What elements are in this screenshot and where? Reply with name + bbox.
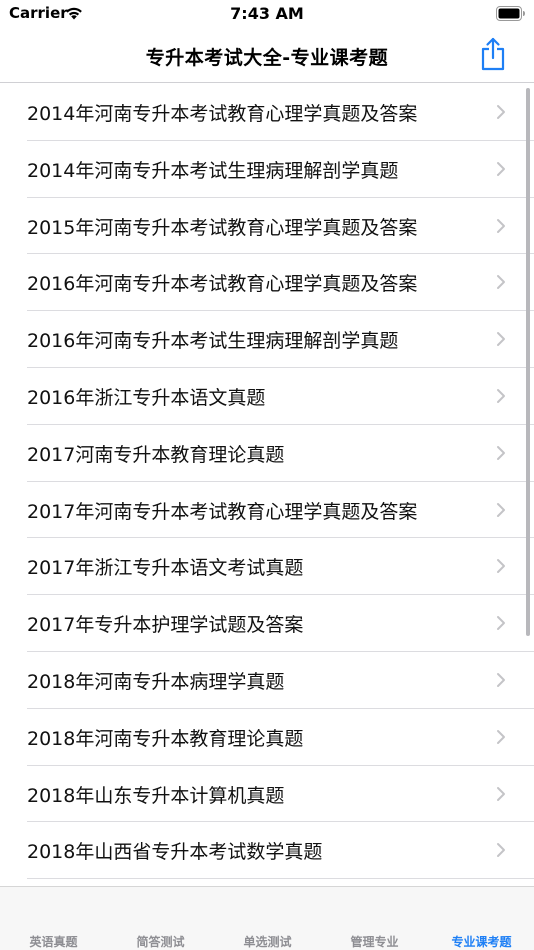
chevron-right-icon xyxy=(497,161,505,176)
list-item[interactable]: 2018年河南专升本教育理论真题 xyxy=(0,709,534,766)
list-item-label: 2014年河南专升本考试教育心理学真题及答案 xyxy=(27,103,418,125)
chevron-right-icon xyxy=(497,275,505,290)
tab-label: 英语真题 xyxy=(29,935,78,949)
list-item[interactable]: 2017年浙江专升本语文考试真题 xyxy=(0,538,534,595)
list-item[interactable]: 2016年河南专升本考试教育心理学真题及答案 xyxy=(0,254,534,311)
list-item[interactable]: 2015年河南专升本考试教育心理学真题及答案 xyxy=(0,198,534,255)
chevron-right-icon xyxy=(497,105,505,119)
list-item[interactable]: 2016年河南专升本考试生理病理解剖学真题 xyxy=(0,311,534,368)
list-item-label: 2017年浙江专升本语文考试真题 xyxy=(27,557,304,580)
chevron-right-icon xyxy=(497,559,505,574)
list-item[interactable]: 2014年河南专升本考试教育心理学真题及答案 xyxy=(0,84,534,141)
tab-label: 单选测试 xyxy=(243,935,292,949)
list-item-label: 2015年河南专升本考试教育心理学真题及答案 xyxy=(27,216,418,239)
battery-icon xyxy=(496,6,525,21)
list-item[interactable]: 2018年山东专升本计算机真题 xyxy=(0,766,534,823)
list-item[interactable]: 2018年山西省专升本考试数学真题 xyxy=(0,822,534,879)
list-item-label: 2014年河南专升本考试生理病理解剖学真题 xyxy=(27,159,399,182)
tab-item[interactable]: 简答测试 xyxy=(107,887,214,950)
tab-item[interactable]: 英语真题 xyxy=(0,887,107,950)
chevron-right-icon xyxy=(497,218,505,233)
scrollbar[interactable] xyxy=(526,88,530,636)
chevron-right-icon xyxy=(497,843,505,858)
chevron-right-icon xyxy=(497,388,505,403)
page-title: 专升本考试大全-专业课考题 xyxy=(145,47,389,69)
list-item-label: 2017年专升本护理学试题及答案 xyxy=(27,614,304,637)
chevron-right-icon xyxy=(497,729,505,744)
exam-list[interactable]: 2014年河南专升本考试教育心理学真题及答案 2014年河南专升本考试生理病理解剖… xyxy=(0,84,534,886)
status-time: 7:43 AM xyxy=(230,4,304,23)
tab-item[interactable]: 管理专业 xyxy=(321,887,428,950)
tab-label: 简答测试 xyxy=(136,935,185,949)
tab-bar: 英语真题 简答测试 单选测试 管理专业 专业课考题 xyxy=(0,886,534,950)
status-bar: Carrier 7:43 AM xyxy=(0,0,534,30)
list-item-label: 2016年浙江专升本语文真题 xyxy=(27,386,266,409)
tab-label: 管理专业 xyxy=(350,935,399,949)
list-item[interactable]: 2017河南专升本教育理论真题 xyxy=(0,425,534,482)
share-button[interactable] xyxy=(478,36,508,72)
list-item[interactable]: 2016年浙江专升本语文真题 xyxy=(0,368,534,425)
list-item[interactable]: 2017年河南专升本考试教育心理学真题及答案 xyxy=(0,482,534,539)
list-item-label: 2017年河南专升本考试教育心理学真题及答案 xyxy=(27,500,418,523)
list-item-label: 2018年河南专升本病理学真题 xyxy=(27,670,285,693)
list-item[interactable]: 2018年河南专升本病理学真题 xyxy=(0,652,534,709)
list-item-label: 2018年山西省专升本考试数学真题 xyxy=(27,841,323,864)
tab-label: 专业课考题 xyxy=(451,935,512,949)
navigation-bar: 专升本考试大全-专业课考题 xyxy=(0,30,534,83)
chevron-right-icon xyxy=(497,332,505,347)
list-item[interactable]: 2017年专升本护理学试题及答案 xyxy=(0,595,534,652)
list-item-label: 2017河南专升本教育理论真题 xyxy=(27,443,285,466)
list-item[interactable]: 2014年河南专升本考试生理病理解剖学真题 xyxy=(0,141,534,198)
chevron-right-icon xyxy=(497,672,505,687)
list-item-label: 2016年河南专升本考试教育心理学真题及答案 xyxy=(27,273,418,296)
tab-item[interactable]: 专业课考题 xyxy=(428,887,534,950)
chevron-right-icon xyxy=(497,502,505,517)
list-item-label: 2018年山东专升本计算机真题 xyxy=(27,784,285,807)
chevron-right-icon xyxy=(497,786,505,801)
list-item-label: 2016年河南专升本考试生理病理解剖学真题 xyxy=(27,330,399,353)
share-icon xyxy=(481,37,505,71)
chevron-right-icon xyxy=(497,616,505,631)
chevron-right-icon xyxy=(497,445,505,460)
tab-item[interactable]: 单选测试 xyxy=(214,887,321,950)
list-item-label: 2018年河南专升本教育理论真题 xyxy=(27,727,304,750)
